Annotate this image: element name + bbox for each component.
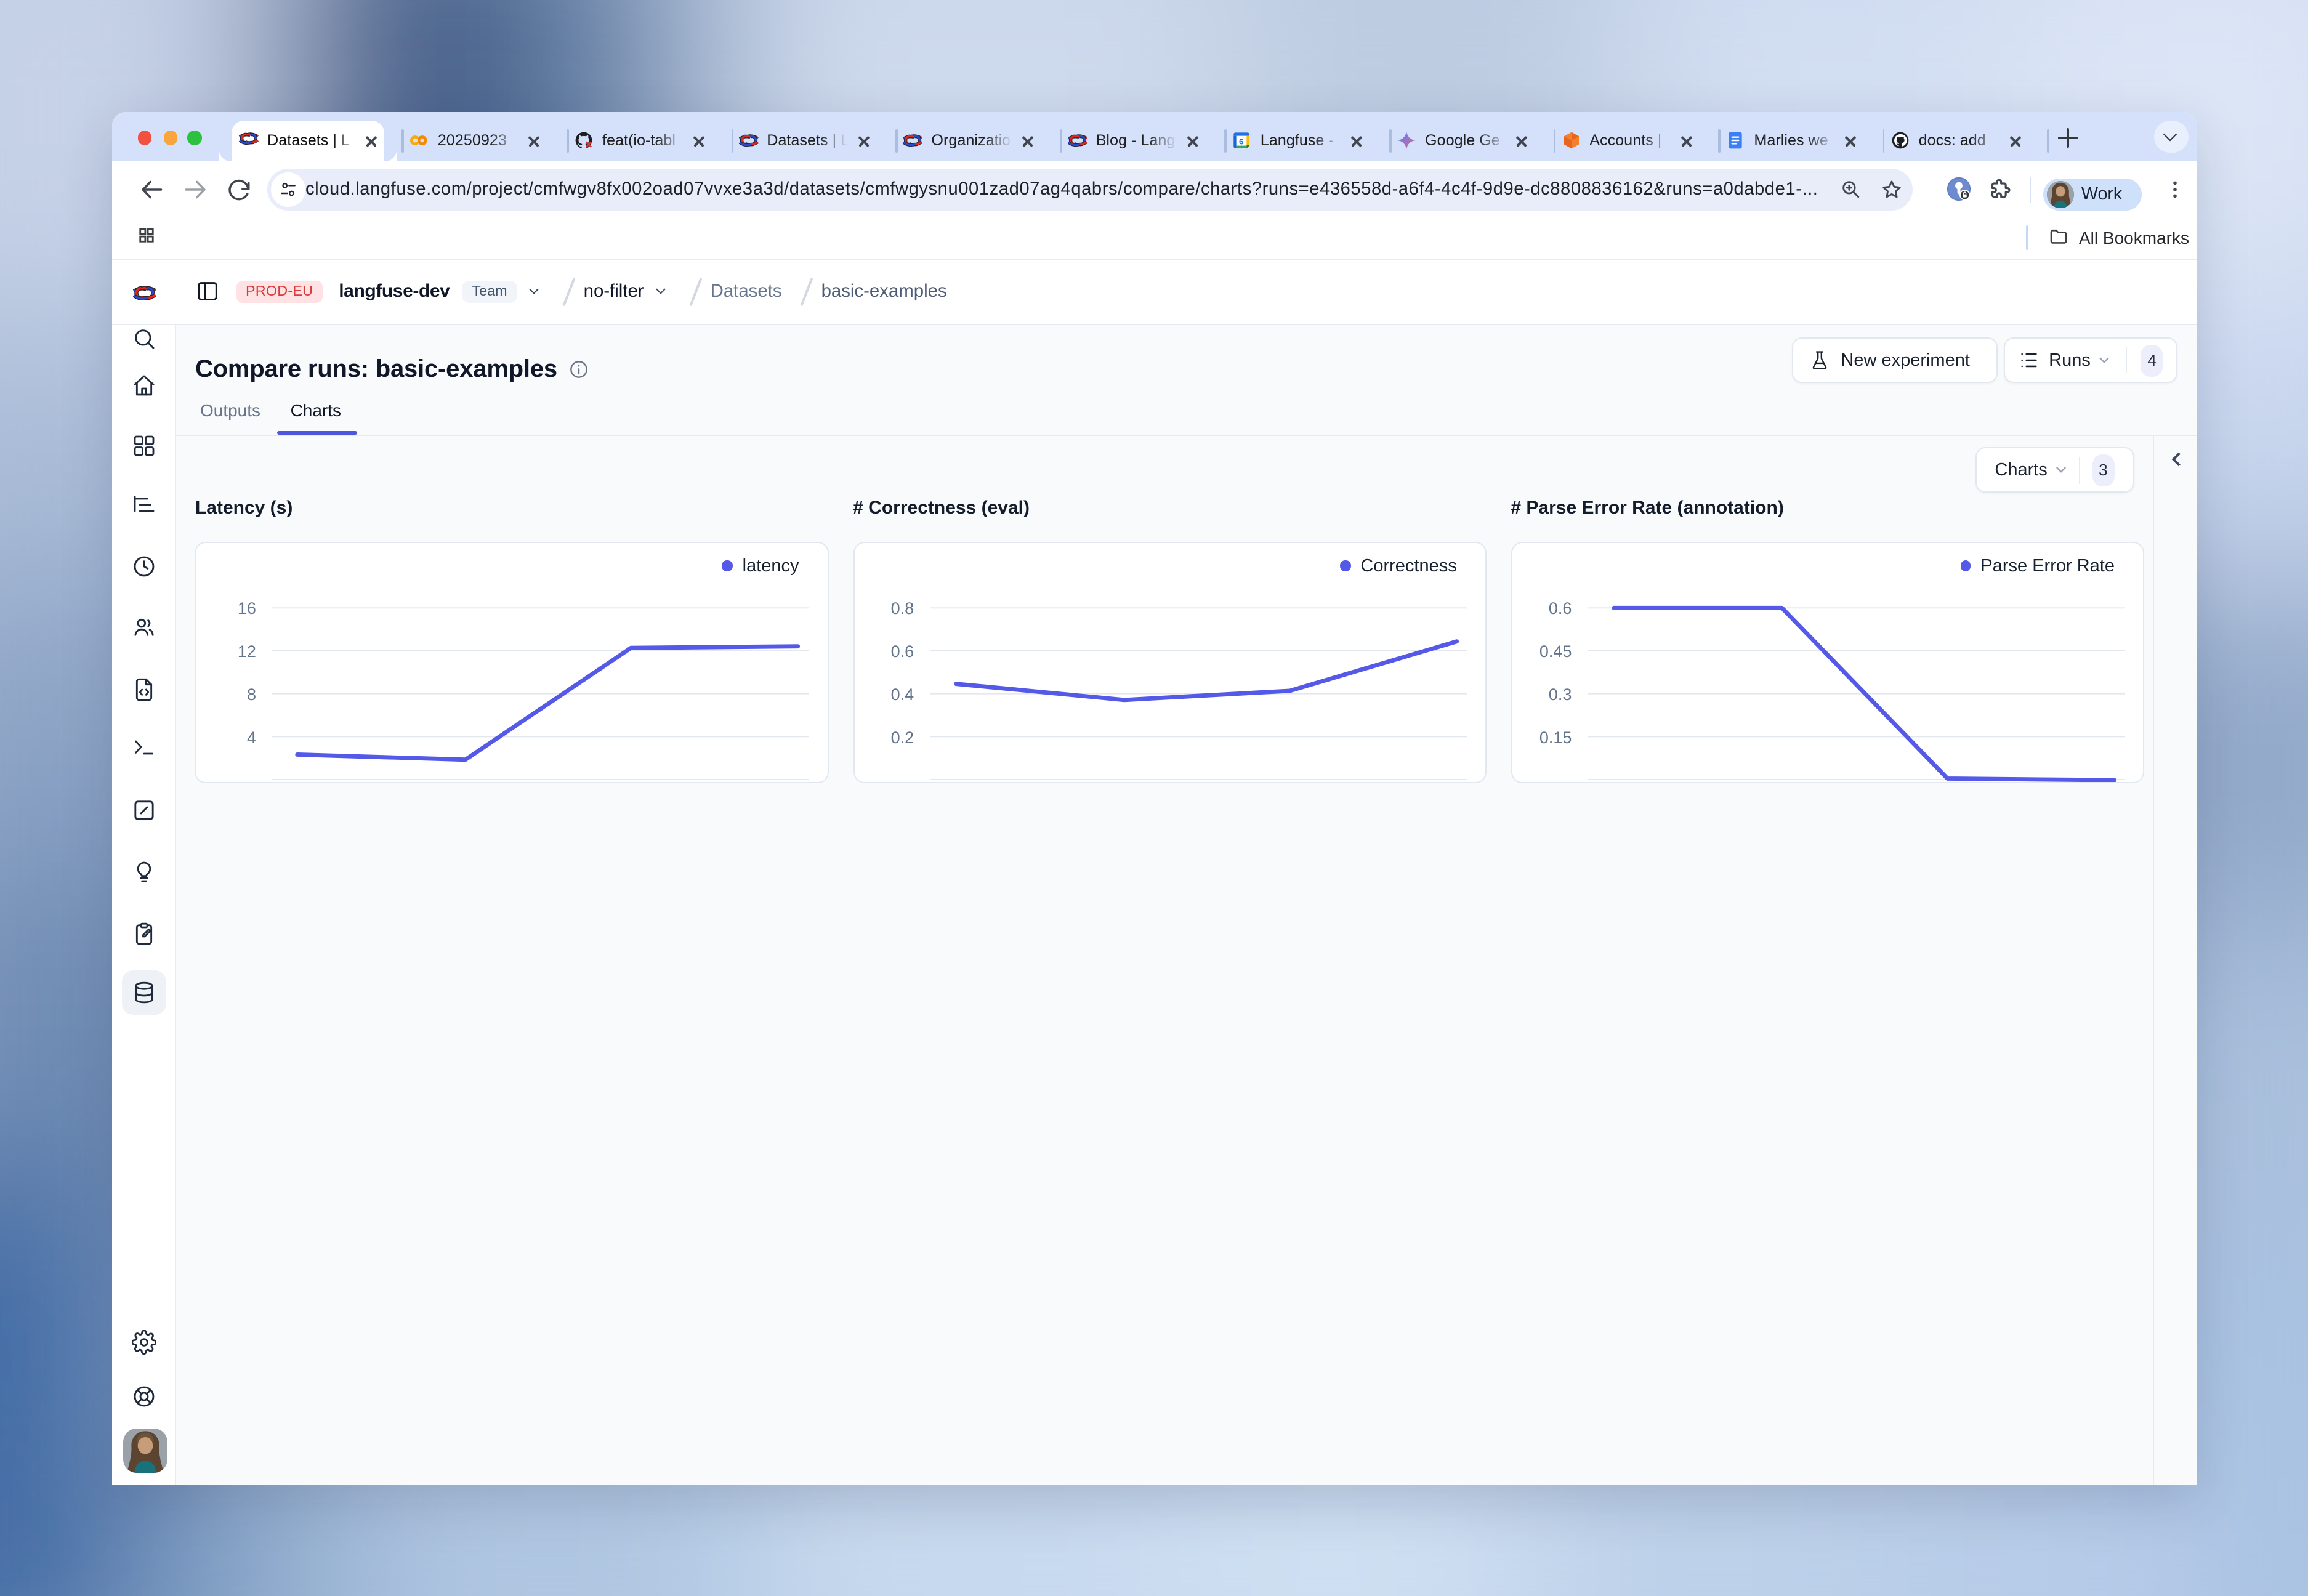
svg-text:6: 6 bbox=[1240, 137, 1244, 146]
